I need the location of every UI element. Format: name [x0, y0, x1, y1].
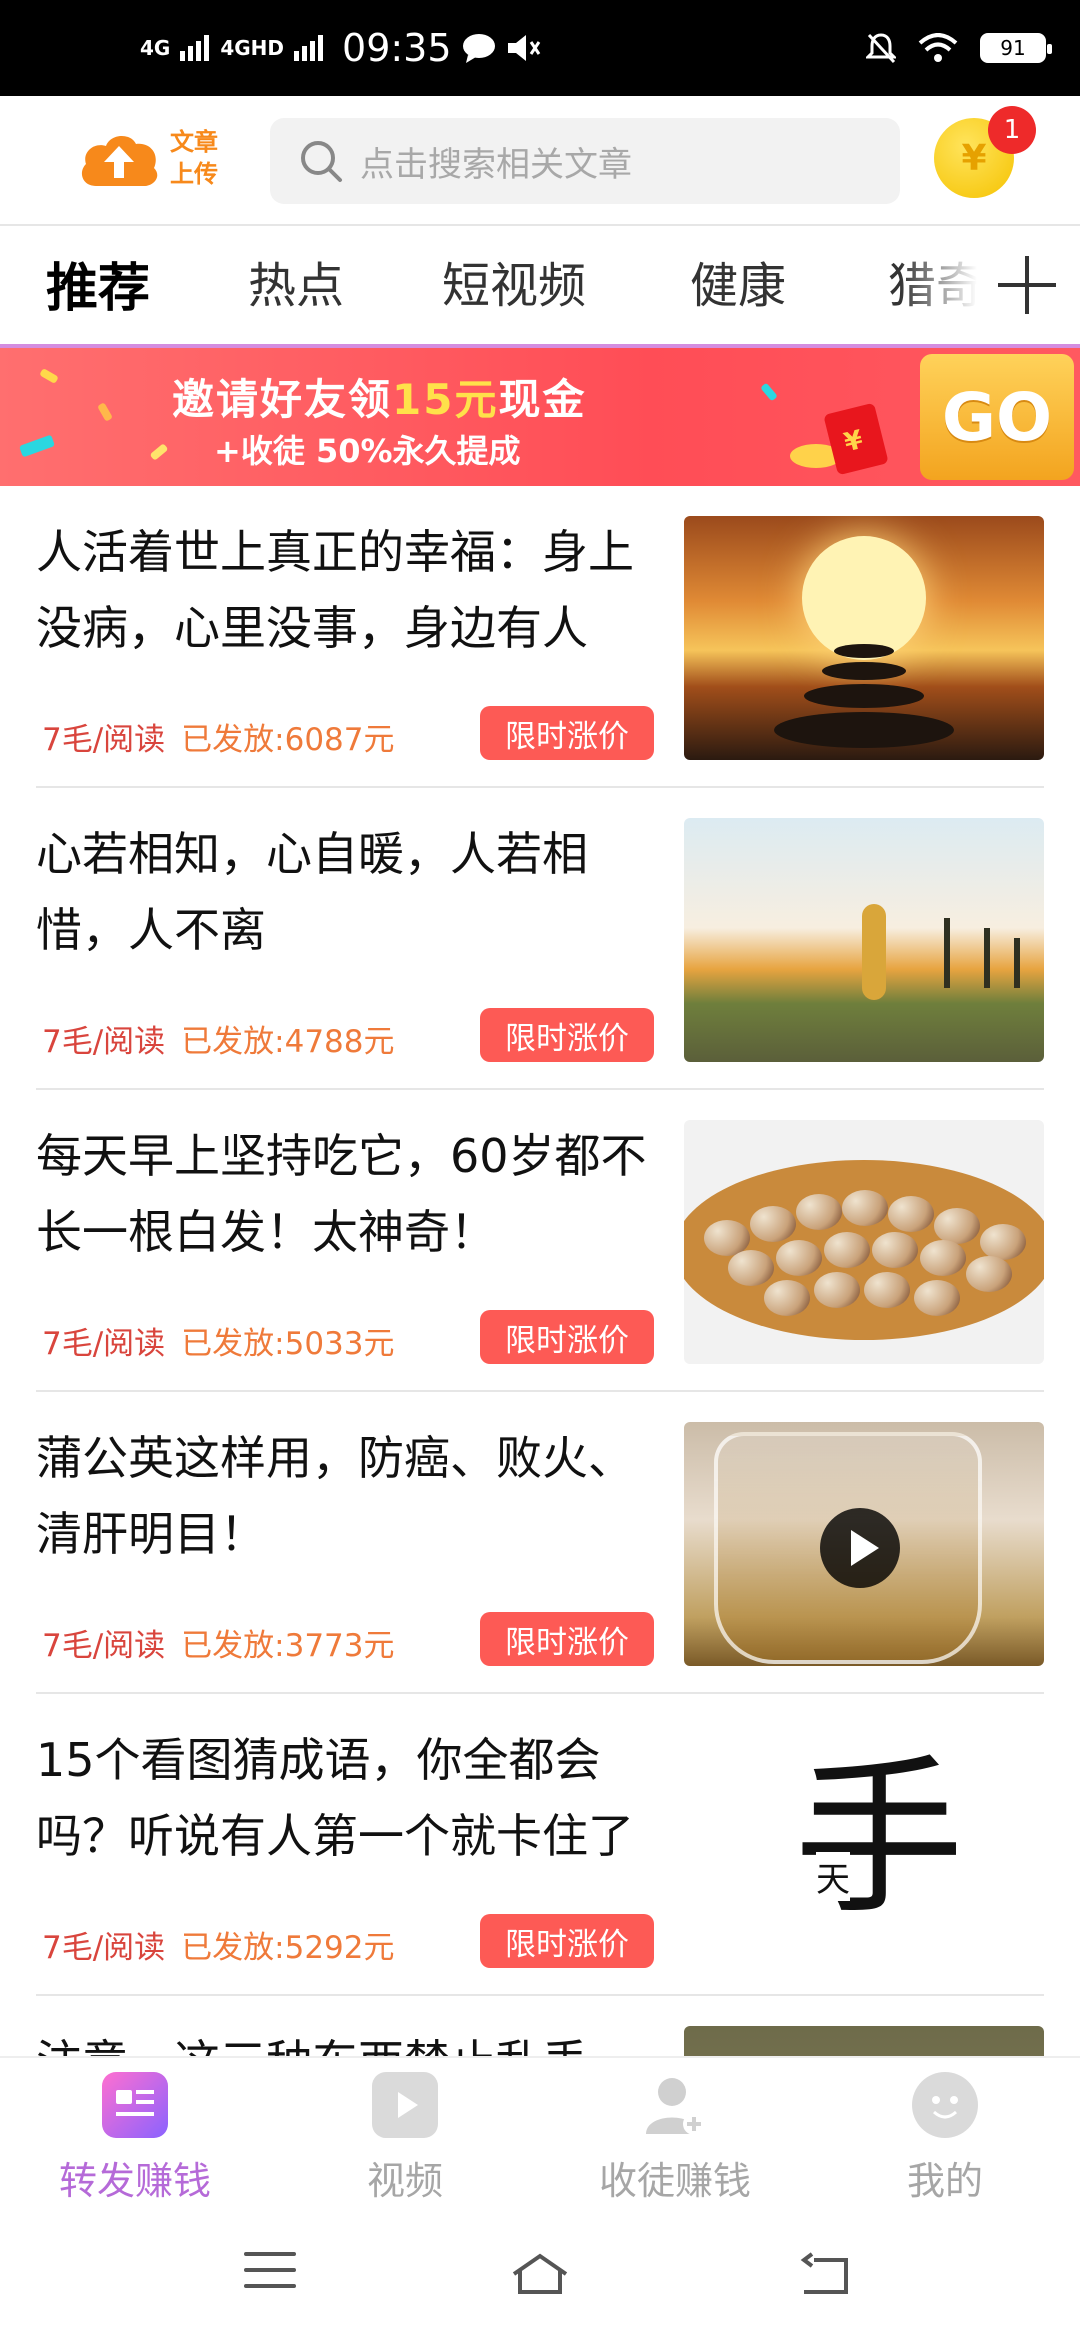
bell-off-icon [866, 33, 896, 64]
signal-1-label: 4G [140, 36, 171, 60]
search-input[interactable]: 点击搜索相关文章 [270, 118, 900, 204]
search-icon [301, 141, 342, 182]
banner-subline: +收徒 50%永久提成 [214, 432, 521, 470]
price-up-tag: 限时涨价 [480, 1612, 654, 1666]
article-paid: 已发放:6087元 [181, 722, 395, 758]
idiom-small-character: 天 [816, 1852, 850, 1901]
article-title: 每天早上坚持吃它，60岁都不长一根白发！太神奇！ [36, 1129, 647, 1259]
price-up-tag: 限时涨价 [480, 1914, 654, 1968]
article-thumbnail-runner [684, 818, 1044, 1062]
add-tab-icon[interactable] [998, 256, 1056, 314]
cloud-upload-icon [81, 135, 158, 186]
banner-headline-post: 现金 [498, 375, 587, 424]
article-price: 7毛/阅读 [42, 1628, 166, 1664]
tab-health[interactable]: 健康 [690, 246, 786, 316]
play-icon[interactable] [820, 1508, 900, 1588]
price-up-tag: 限时涨价 [480, 1008, 654, 1062]
nav-label: 视频 [366, 2159, 443, 2203]
tab-recommend[interactable]: 推荐 [46, 246, 150, 321]
confetti-decoration [97, 402, 113, 422]
go-button[interactable]: GO [920, 354, 1074, 480]
article-title: 15个看图猜成语，你全都会吗？听说有人第一个就卡住了 [36, 1733, 634, 1863]
video-icon [372, 2072, 438, 2138]
signal-bars-icon [180, 35, 210, 61]
tab-short-video[interactable]: 短视频 [442, 246, 586, 316]
article-price: 7毛/阅读 [42, 1930, 166, 1966]
banner-headline-pre: 邀请好友领 [172, 375, 393, 424]
confetti-decoration [18, 434, 56, 458]
logo-text: 文章 上传 [170, 126, 218, 190]
article-meta: 7毛/阅读 已发放:6087元 [42, 714, 395, 759]
nav-label: 收徒赚钱 [598, 2159, 751, 2203]
app-header: 文章 上传 点击搜索相关文章 ¥ 1 [0, 96, 1080, 226]
confetti-decoration [149, 443, 169, 461]
logo-text-line2: 上传 [170, 160, 218, 188]
article-paid: 已发放:5292元 [181, 1930, 395, 1966]
banner-headline-amount: 15元 [392, 375, 499, 424]
battery-level: 91 [1000, 36, 1026, 60]
signal-bars-2-icon [294, 35, 324, 61]
wifi-icon [918, 33, 958, 62]
nav-label: 转发赚钱 [58, 2159, 211, 2203]
price-up-tag: 限时涨价 [480, 1310, 654, 1364]
article-price: 7毛/阅读 [42, 1326, 166, 1362]
article-thumbnail-tea [684, 1422, 1044, 1666]
status-bar: 4G 4GHD 09:35 91 [0, 0, 1080, 96]
profile-icon [912, 2072, 978, 2138]
idiom-character: 手 [794, 1740, 965, 1938]
add-user-icon [642, 2072, 708, 2138]
article-price: 7毛/阅读 [42, 722, 166, 758]
bottom-navigation: 转发赚钱 视频 收徒赚钱 我的 [0, 2056, 1080, 2206]
tab-hot[interactable]: 热点 [248, 246, 344, 316]
confetti-decoration [39, 368, 59, 384]
banner-headline: 邀请好友领15元现金 [172, 366, 586, 427]
article-paid: 已发放:5033元 [181, 1326, 395, 1362]
coin-symbol: ¥ [961, 137, 987, 179]
status-right: 91 [866, 0, 1052, 96]
article-item[interactable]: 蒲公英这样用，防癌、败火、清肝明目！ 7毛/阅读 已发放:3773元 限时涨价 [0, 1392, 1080, 1694]
article-meta: 7毛/阅读 已发放:4788元 [42, 1016, 395, 1061]
article-meta: 7毛/阅读 已发放:5033元 [42, 1318, 395, 1363]
article-item[interactable]: 人活着世上真正的幸福：身上没病，心里没事，身边有人 7毛/阅读 已发放:6087元… [0, 486, 1080, 788]
article-meta: 7毛/阅读 已发放:5292元 [42, 1922, 395, 1967]
nav-video[interactable]: 视频 [270, 2072, 540, 2205]
nav-forward-earn[interactable]: 转发赚钱 [0, 2072, 270, 2205]
article-title: 人活着世上真正的幸福：身上没病，心里没事，身边有人 [36, 525, 634, 655]
upload-article-logo[interactable]: 文章 上传 [76, 122, 226, 202]
message-icon [462, 34, 495, 63]
invite-banner[interactable]: 邀请好友领15元现金 +收徒 50%永久提成 ¥ GO [0, 344, 1080, 486]
article-paid: 已发放:3773元 [181, 1628, 395, 1664]
recent-apps-icon[interactable] [244, 2252, 296, 2296]
confetti-decoration [760, 382, 778, 402]
article-price: 7毛/阅读 [42, 1024, 166, 1060]
signal-2-label: 4GHD [220, 36, 285, 60]
search-placeholder: 点击搜索相关文章 [360, 144, 632, 185]
article-item[interactable]: 心若相知，心自暖，人若相惜，人不离 7毛/阅读 已发放:4788元 限时涨价 [0, 788, 1080, 1090]
article-thumbnail-sunset [684, 516, 1044, 760]
article-icon [102, 2072, 168, 2138]
article-item[interactable]: 15个看图猜成语，你全都会吗？听说有人第一个就卡住了 7毛/阅读 已发放:5292… [0, 1694, 1080, 1996]
article-title: 心若相知，心自暖，人若相惜，人不离 [36, 827, 588, 957]
tabs-fade [900, 226, 1010, 344]
category-tabs: 推荐 热点 短视频 健康 猎奇 [0, 226, 1080, 344]
logo-text-line1: 文章 [170, 128, 218, 156]
home-icon[interactable] [510, 2252, 570, 2296]
article-thumbnail-eggs [684, 1120, 1044, 1364]
article-paid: 已发放:4788元 [181, 1024, 395, 1060]
back-icon[interactable] [796, 2252, 852, 2296]
article-thumbnail-idiom: 手 天 [684, 1724, 1044, 1968]
article-title: 蒲公英这样用，防癌、败火、清肝明目！ [36, 1431, 634, 1561]
article-meta: 7毛/阅读 已发放:3773元 [42, 1620, 395, 1665]
status-left: 4G 4GHD 09:35 [140, 0, 542, 96]
speaker-mute-icon [507, 35, 540, 61]
nav-recruit-earn[interactable]: 收徒赚钱 [540, 2072, 810, 2205]
price-up-tag: 限时涨价 [480, 706, 654, 760]
system-navigation-bar [0, 2204, 1080, 2340]
nav-profile[interactable]: 我的 [810, 2072, 1080, 2205]
notification-badge: 1 [988, 106, 1036, 154]
clock: 09:35 [342, 26, 452, 70]
article-item[interactable]: 每天早上坚持吃它，60岁都不长一根白发！太神奇！ 7毛/阅读 已发放:5033元 … [0, 1090, 1080, 1392]
nav-label: 我的 [906, 2159, 983, 2203]
battery-icon: 91 [980, 33, 1052, 63]
